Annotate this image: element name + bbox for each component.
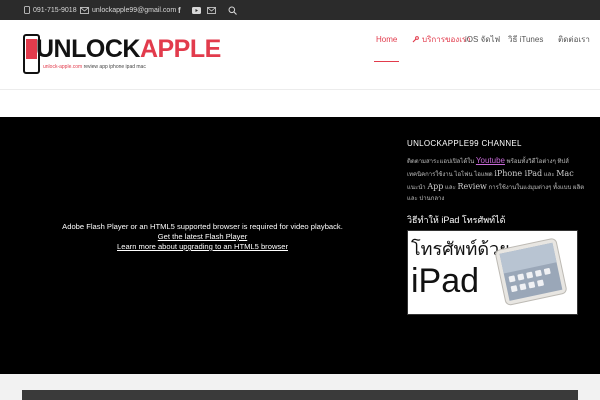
channel-title: UNLOCKAPPLE99 CHANNEL bbox=[407, 139, 522, 148]
content-bar bbox=[22, 390, 578, 400]
youtube-link[interactable] bbox=[192, 0, 201, 20]
video-player[interactable]: Adobe Flash Player or an HTML5 supported… bbox=[0, 222, 405, 252]
ipad-phone-banner[interactable]: โทรศัพท์ด้วย iPad bbox=[407, 230, 578, 315]
facebook-link[interactable]: f bbox=[178, 0, 181, 20]
content-area bbox=[0, 374, 600, 400]
nav-contact[interactable]: ติดต่อเรา bbox=[558, 32, 590, 46]
site-header: UNLOCKAPPLE unlock-apple.com review app … bbox=[0, 20, 600, 90]
facebook-icon: f bbox=[178, 5, 181, 15]
nav-home[interactable]: Home bbox=[376, 32, 397, 46]
email-address: unlockapple99@gmail.com bbox=[92, 6, 177, 14]
search-icon bbox=[228, 6, 237, 15]
search-button[interactable] bbox=[228, 0, 237, 20]
ipad-phone-title: วิธีทำให้ iPad โทรศัพท์ได้ bbox=[407, 215, 506, 225]
logo-tagline: unlock-apple.com review app iphone ipad … bbox=[43, 64, 146, 70]
mail-icon bbox=[80, 6, 89, 14]
mail-link[interactable] bbox=[207, 0, 216, 20]
featured-section: Adobe Flash Player or an HTML5 supported… bbox=[0, 117, 600, 374]
site-logo[interactable]: UNLOCKAPPLE unlock-apple.com review app … bbox=[23, 34, 221, 76]
wrench-icon bbox=[412, 35, 419, 43]
flash-player-link[interactable]: Get the latest Flash Player bbox=[0, 232, 405, 242]
logo-text: UNLOCKAPPLE bbox=[36, 35, 221, 63]
video-fallback-message: Adobe Flash Player or an HTML5 supported… bbox=[62, 222, 343, 231]
mail-icon bbox=[207, 6, 216, 14]
sidebar: UNLOCKAPPLE99 CHANNEL ติดตามสาระแอปเปิลไ… bbox=[407, 117, 587, 374]
nav-ios[interactable]: iOS จัดไฟ bbox=[465, 32, 500, 46]
nav-home-underline bbox=[374, 61, 399, 62]
youtube-text-link[interactable]: Youtube bbox=[476, 156, 505, 165]
nav-itunes[interactable]: วิธี iTunes bbox=[508, 32, 543, 46]
youtube-icon bbox=[192, 6, 201, 14]
channel-description: ติดตามสาระแอปเปิลได้ใน Youtube พร้อมทั้ง… bbox=[407, 156, 585, 202]
phone-contact[interactable]: 091-715-9018 bbox=[24, 0, 77, 20]
top-bar: 091-715-9018 unlockapple99@gmail.com f bbox=[0, 0, 600, 20]
phone-number: 091-715-9018 bbox=[33, 6, 77, 14]
phone-icon bbox=[24, 6, 30, 14]
email-contact[interactable]: unlockapple99@gmail.com bbox=[80, 0, 176, 20]
nav-service[interactable]: บริการของเรา bbox=[412, 32, 471, 46]
ipad-image bbox=[495, 238, 567, 306]
html5-upgrade-link[interactable]: Learn more about upgrading to an HTML5 b… bbox=[0, 242, 405, 252]
banner-ipad-text: iPad bbox=[411, 262, 480, 300]
